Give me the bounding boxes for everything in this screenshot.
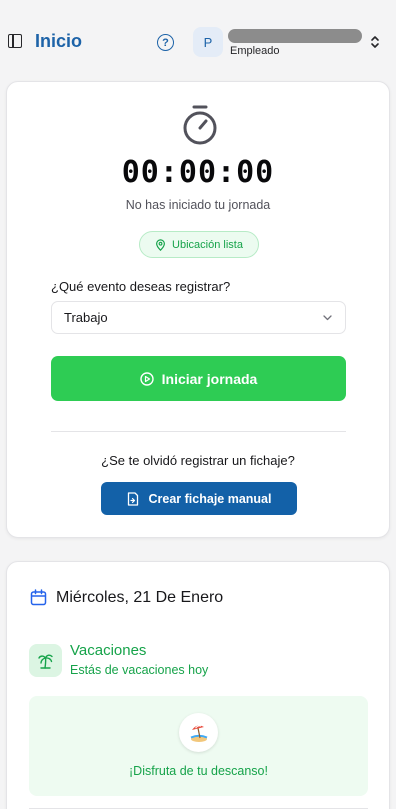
create-manual-entry-label: Crear fichaje manual [148, 491, 272, 506]
avatar[interactable]: P [193, 27, 223, 57]
status-text: No has iniciado tu jornada [125, 198, 271, 212]
help-icon[interactable]: ? [157, 34, 174, 51]
top-header: Inicio ? P Empleado [0, 0, 396, 80]
clock-in-card: 00:00:00 No has iniciado tu jornada Ubic… [6, 81, 390, 538]
day-summary-card: Miércoles, 21 De Enero Vacaciones Estás … [6, 561, 390, 809]
day-date: Miércoles, 21 De Enero [56, 589, 224, 606]
user-role: Empleado [230, 45, 280, 57]
beach-umbrella-icon [179, 713, 218, 752]
chevron-up-down-icon[interactable] [370, 35, 380, 49]
location-badge-label: Ubicación lista [172, 238, 243, 251]
location-badge: Ubicación lista [139, 231, 259, 258]
start-shift-button[interactable]: Iniciar jornada [51, 356, 346, 401]
event-select[interactable]: Trabajo [51, 301, 346, 334]
rest-message: ¡Disfruta de tu descanso! [129, 764, 268, 778]
page-title: Inicio [35, 31, 83, 51]
divider [51, 431, 346, 432]
start-shift-label: Iniciar jornada [161, 370, 258, 387]
file-sign-icon [127, 491, 138, 506]
palm-tree-icon [38, 654, 53, 669]
map-pin-icon [156, 238, 165, 251]
forgot-punch-text: ¿Se te olvidó registrar un fichaje? [101, 453, 295, 468]
vacation-subtitle: Estás de vacaciones hoy [70, 663, 209, 677]
vacation-title: Vacaciones [70, 642, 147, 659]
stopwatch-icon [183, 105, 217, 145]
event-select-value: Trabajo [64, 310, 108, 325]
event-question: ¿Qué evento deseas registrar? [51, 279, 231, 294]
play-circle-icon [139, 371, 154, 386]
user-name-redacted[interactable] [228, 29, 362, 43]
rest-message-box: ¡Disfruta de tu descanso! [29, 696, 368, 796]
sidebar-toggle-icon[interactable] [8, 34, 22, 48]
create-manual-entry-button[interactable]: Crear fichaje manual [101, 482, 297, 515]
vacation-icon-badge [29, 644, 62, 677]
calendar-icon [30, 589, 47, 606]
timer-display: 00:00:00 [121, 155, 275, 190]
chevron-down-icon [323, 315, 332, 321]
